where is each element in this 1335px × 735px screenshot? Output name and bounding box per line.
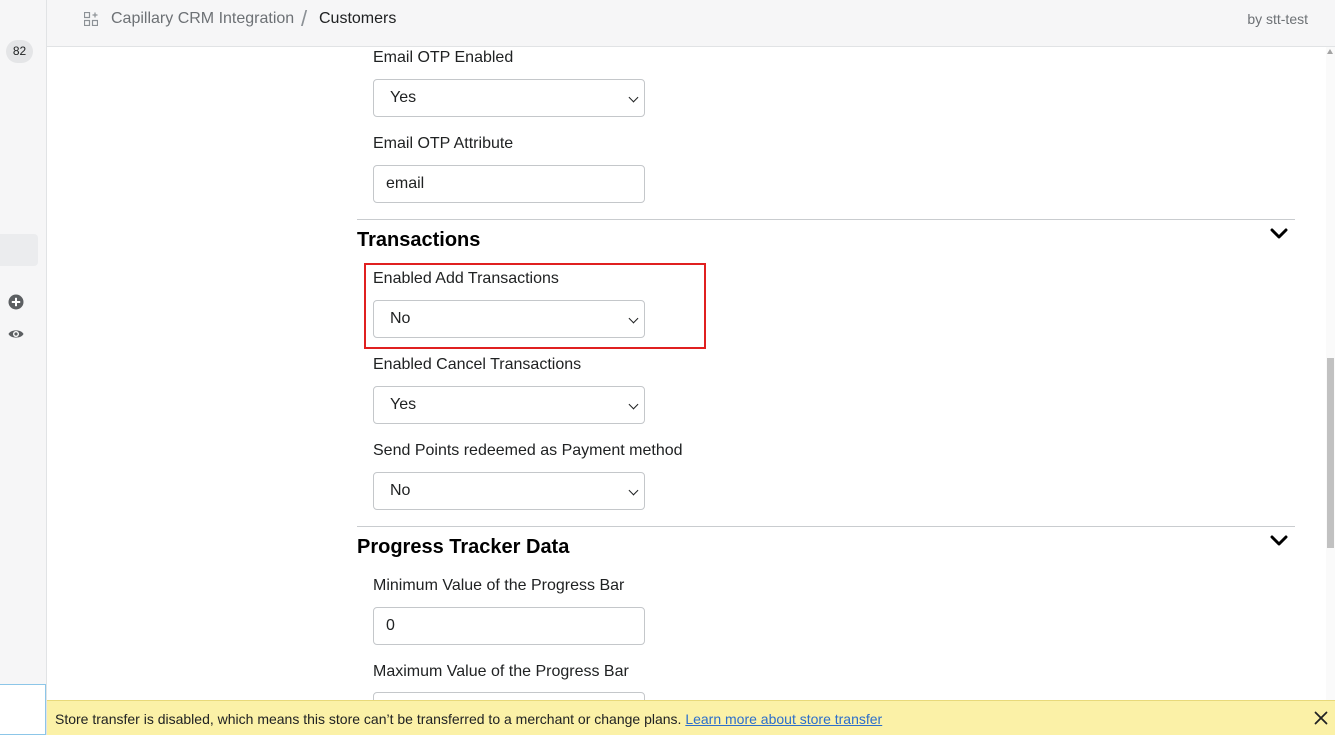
section-divider xyxy=(357,219,1295,220)
progress-min-input[interactable]: 0 xyxy=(373,607,645,645)
progress-min-label: Minimum Value of the Progress Bar xyxy=(373,577,625,594)
chevron-down-icon[interactable] xyxy=(1270,535,1288,547)
left-sidebar: 82 xyxy=(0,0,47,735)
email-otp-enabled-select[interactable]: Yes xyxy=(373,79,645,117)
chevron-down-icon xyxy=(628,313,639,324)
sidebar-active-item[interactable] xyxy=(0,234,38,266)
section-divider xyxy=(357,526,1295,527)
scroll-up-arrow-icon[interactable] xyxy=(1327,49,1333,54)
enabled-cancel-transactions-select[interactable]: Yes xyxy=(373,386,645,424)
banner-text: Store transfer is disabled, which means … xyxy=(55,711,682,727)
notification-badge[interactable]: 82 xyxy=(6,40,33,63)
breadcrumb-app[interactable]: Capillary CRM Integration xyxy=(111,10,294,28)
email-otp-attribute-label: Email OTP Attribute xyxy=(373,135,514,152)
top-bar: Capillary CRM Integration / Customers by… xyxy=(47,0,1335,47)
enabled-add-transactions-value: No xyxy=(390,310,411,327)
learn-more-link[interactable]: Learn more about store transfer xyxy=(685,711,882,727)
store-transfer-banner: Store transfer is disabled, which means … xyxy=(47,700,1335,735)
send-points-redeemed-select[interactable]: No xyxy=(373,472,645,510)
enabled-add-transactions-select[interactable]: No xyxy=(373,300,645,338)
email-otp-enabled-value: Yes xyxy=(390,89,417,106)
scrollbar-thumb[interactable] xyxy=(1327,358,1334,548)
close-icon[interactable] xyxy=(1314,711,1328,725)
plus-circle-icon[interactable] xyxy=(8,294,24,310)
transactions-section-title: Transactions xyxy=(357,229,481,251)
progress-max-label: Maximum Value of the Progress Bar xyxy=(373,663,629,680)
sidebar-bottom-panel xyxy=(0,684,46,735)
send-points-redeemed-label: Send Points redeemed as Payment method xyxy=(373,442,683,459)
email-otp-enabled-label: Email OTP Enabled xyxy=(373,49,514,66)
email-otp-attribute-input[interactable]: email xyxy=(373,165,645,203)
enabled-add-transactions-label: Enabled Add Transactions xyxy=(373,270,559,287)
chevron-down-icon xyxy=(628,399,639,410)
breadcrumb-separator: / xyxy=(301,6,308,31)
chevron-down-icon xyxy=(628,92,639,103)
breadcrumb-page: Customers xyxy=(319,10,397,27)
banner-message: Store transfer is disabled, which means … xyxy=(55,711,882,727)
enabled-cancel-transactions-value: Yes xyxy=(390,396,417,413)
chevron-down-icon xyxy=(628,485,639,496)
send-points-redeemed-value: No xyxy=(390,482,411,499)
eye-icon[interactable] xyxy=(8,326,24,342)
progress-tracker-section-title: Progress Tracker Data xyxy=(357,536,570,558)
apps-icon xyxy=(84,12,98,26)
app-author: by stt-test xyxy=(1247,11,1308,27)
enabled-cancel-transactions-label: Enabled Cancel Transactions xyxy=(373,356,582,373)
chevron-down-icon[interactable] xyxy=(1270,228,1288,240)
